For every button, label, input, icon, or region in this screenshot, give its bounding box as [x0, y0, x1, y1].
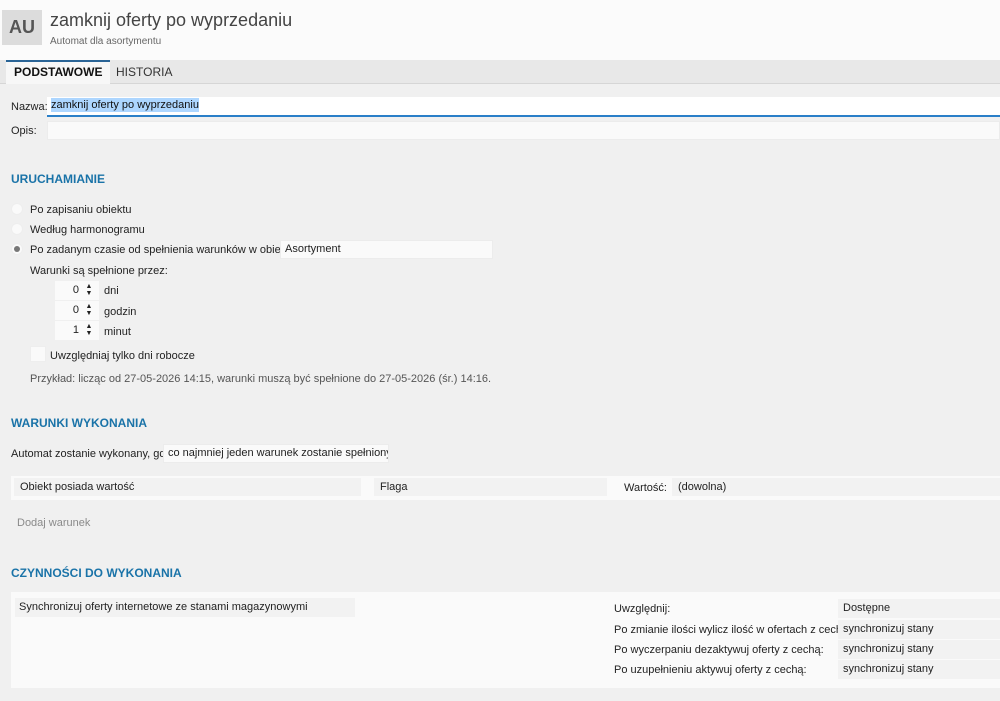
description-label: Opis:	[11, 125, 37, 137]
radio-schedule-label: Według harmonogramu	[30, 224, 145, 236]
name-label: Nazwa:	[11, 101, 48, 113]
example-text: Przykład: licząc od 27-05-2026 14:15, wa…	[30, 373, 492, 385]
minutes-stepper[interactable]: 1 ▲ ▼	[55, 321, 99, 340]
stepper-arrows-icon[interactable]: ▲ ▼	[85, 303, 93, 317]
condition-field-select[interactable]: Obiekt posiada wartość	[14, 478, 361, 496]
workdays-checkbox[interactable]	[30, 346, 46, 362]
object-type-select[interactable]: Asortyment	[280, 240, 493, 259]
prop-value-activate[interactable]: synchronizuj stany	[838, 660, 1000, 679]
hours-stepper[interactable]: 0 ▲ ▼	[55, 301, 99, 320]
radio-after-save-label: Po zapisaniu obiektu	[30, 204, 132, 216]
condition-value-select[interactable]: (dowolna)	[672, 478, 1000, 496]
header: AU zamknij oferty po wyprzedaniu Automat…	[0, 0, 1000, 60]
condition-attribute-select[interactable]: Flaga	[374, 478, 607, 496]
prop-label-deactivate: Po wyczerpaniu dezaktywuj oferty z cechą…	[614, 644, 824, 656]
workdays-label: Uwzględniaj tylko dni robocze	[50, 350, 195, 362]
action-select[interactable]: Synchronizuj oferty internetowe ze stana…	[15, 598, 355, 617]
section-title-warunki: WARUNKI WYKONANIA	[11, 416, 147, 430]
avatar: AU	[2, 10, 42, 45]
name-input[interactable]: zamknij oferty po wyprzedaniu	[47, 97, 1000, 117]
tab-historia[interactable]: HISTORIA	[108, 60, 180, 84]
stepper-arrows-icon[interactable]: ▲ ▼	[85, 283, 93, 297]
page-subtitle: Automat dla asortymentu	[50, 36, 162, 47]
radio-schedule[interactable]	[11, 223, 23, 235]
minutes-label: minut	[104, 326, 131, 338]
hours-value: 0	[72, 304, 79, 316]
prop-label-include: Uwzględnij:	[614, 603, 671, 615]
tab-podstawowe[interactable]: PODSTAWOWE	[6, 60, 111, 84]
radio-after-time[interactable]	[11, 243, 23, 255]
add-condition-link[interactable]: Dodaj warunek	[17, 517, 90, 529]
days-stepper[interactable]: 0 ▲ ▼	[55, 281, 99, 300]
radio-after-save[interactable]	[11, 203, 23, 215]
name-input-value: zamknij oferty po wyprzedaniu	[51, 98, 199, 112]
section-title-czynnosci: CZYNNOŚCI DO WYKONANIA	[11, 566, 182, 580]
stepper-arrows-icon[interactable]: ▲ ▼	[85, 323, 93, 337]
prop-value-include[interactable]: Dostępne	[838, 599, 1000, 618]
description-input[interactable]	[47, 121, 1000, 140]
condition-value-label: Wartość:	[624, 482, 667, 494]
execution-mode-label: Automat zostanie wykonany, gdy	[11, 448, 171, 460]
prop-label-qty-change: Po zmianie ilości wylicz ilość w ofertac…	[614, 624, 852, 636]
page-title: zamknij oferty po wyprzedaniu	[50, 10, 293, 30]
hours-label: godzin	[104, 306, 137, 318]
conditions-met-label: Warunki są spełnione przez:	[30, 265, 168, 277]
execution-mode-select[interactable]: co najmniej jeden warunek zostanie spełn…	[163, 444, 389, 463]
days-value: 0	[72, 284, 79, 296]
tab-bar: PODSTAWOWE HISTORIA	[0, 60, 1000, 84]
radio-after-time-label: Po zadanym czasie od spełnienia warunków…	[30, 244, 301, 256]
section-title-uruchamianie: URUCHAMIANIE	[11, 172, 105, 186]
prop-value-qty-change[interactable]: synchronizuj stany	[838, 620, 1000, 639]
minutes-value: 1	[72, 324, 79, 336]
prop-value-deactivate[interactable]: synchronizuj stany	[838, 640, 1000, 659]
days-label: dni	[104, 285, 119, 297]
prop-label-activate: Po uzupełnieniu aktywuj oferty z cechą:	[614, 664, 807, 676]
